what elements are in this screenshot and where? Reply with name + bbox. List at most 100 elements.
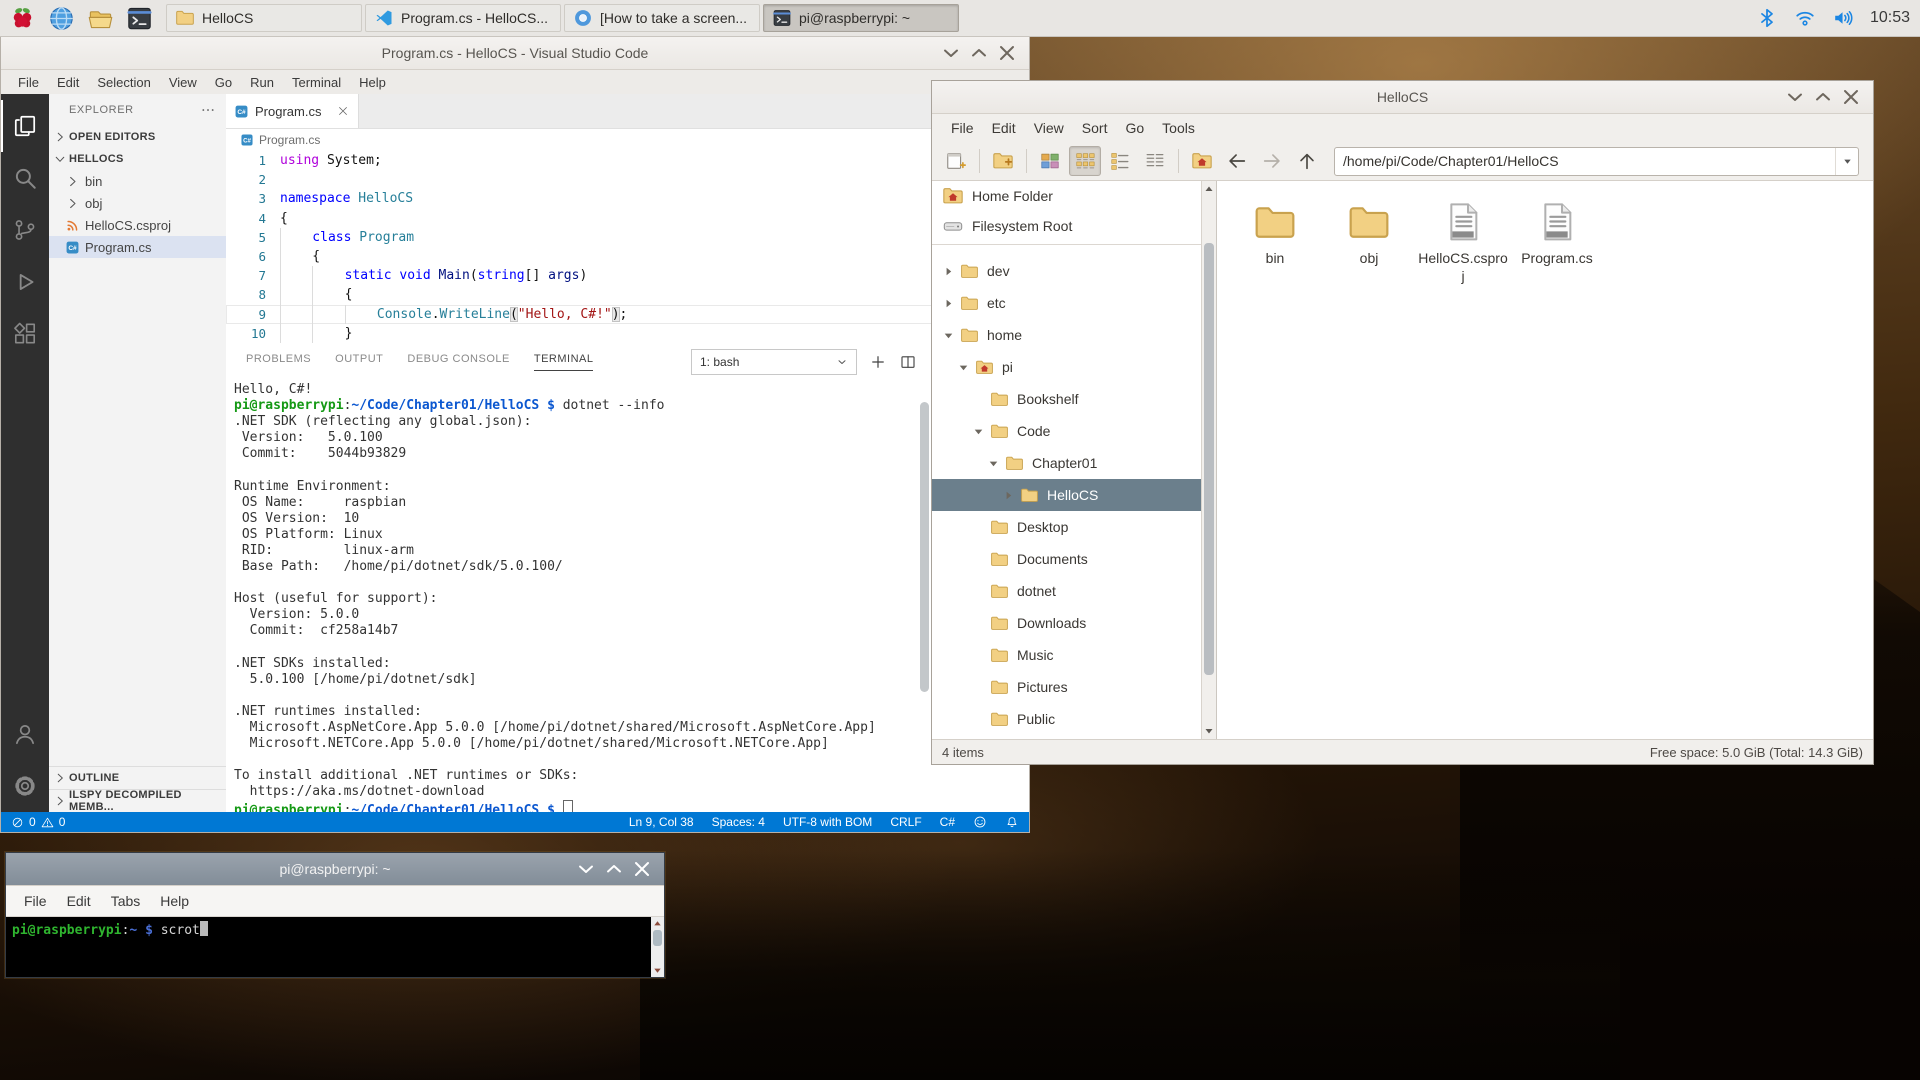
menu-sort[interactable]: Sort — [1073, 120, 1117, 136]
explorer-item-obj[interactable]: obj — [49, 192, 226, 214]
tree-item-pictures[interactable]: Pictures — [932, 671, 1216, 703]
place-home-folder[interactable]: Home Folder — [932, 181, 1216, 211]
panel-tab-terminal[interactable]: TERMINAL — [534, 353, 594, 371]
split-terminal-icon[interactable] — [899, 353, 917, 371]
file-manager-titlebar[interactable]: HelloCS — [932, 81, 1873, 114]
taskbar-window-how-to-take-a-screen[interactable]: [How to take a screen... — [564, 4, 760, 32]
activity-explorer[interactable] — [1, 100, 49, 152]
project-section[interactable]: HELLOCS — [49, 148, 226, 170]
menu-terminal[interactable]: Terminal — [283, 75, 350, 90]
close-button[interactable] — [630, 859, 654, 879]
taskbar-window-hellocs[interactable]: HelloCS — [166, 4, 362, 32]
expand-arrow-icon[interactable] — [1002, 489, 1015, 502]
activity-run-debug[interactable] — [1, 256, 49, 308]
tree-item-music[interactable]: Music — [932, 639, 1216, 671]
tree-item-etc[interactable]: etc — [932, 287, 1216, 319]
collapse-arrow-icon[interactable] — [972, 425, 985, 438]
menu-tabs[interactable]: Tabs — [101, 893, 151, 909]
launcher-file-manager[interactable] — [85, 3, 115, 33]
feedback-icon[interactable] — [973, 815, 987, 829]
panel-tab-output[interactable]: OUTPUT — [335, 353, 383, 371]
back-button[interactable] — [1221, 146, 1253, 176]
file-hellocs-csproj[interactable]: HelloCS.csproj — [1416, 193, 1510, 285]
vscode-titlebar[interactable]: Program.cs - HelloCS - Visual Studio Cod… — [1, 37, 1029, 70]
menu-edit[interactable]: Edit — [57, 893, 101, 909]
path-bar[interactable]: /home/pi/Code/Chapter01/HelloCS — [1334, 147, 1859, 176]
path-dropdown-button[interactable] — [1835, 148, 1858, 175]
file-obj[interactable]: obj — [1322, 193, 1416, 267]
taskbar-window-pi-raspberrypi[interactable]: pi@raspberrypi: ~ — [763, 4, 959, 32]
tree-item-downloads[interactable]: Downloads — [932, 607, 1216, 639]
section-ilspy-decompiled-memb[interactable]: ILSPY DECOMPILED MEMB... — [49, 789, 226, 812]
integrated-terminal[interactable]: Hello, C#!pi@raspberrypi:~/Code/Chapter0… — [226, 380, 1029, 812]
minimize-button[interactable] — [1783, 87, 1807, 107]
menu-view[interactable]: View — [160, 75, 206, 90]
tree-item-dev[interactable]: dev — [932, 255, 1216, 287]
activity-account[interactable] — [1, 708, 49, 760]
menu-go[interactable]: Go — [1116, 120, 1153, 136]
tree-item-chapter01[interactable]: Chapter01 — [932, 447, 1216, 479]
panel-tab-debug-console[interactable]: DEBUG CONSOLE — [407, 353, 509, 371]
more-actions-icon[interactable] — [200, 102, 216, 118]
tray-volume[interactable] — [1832, 7, 1854, 29]
maximize-button[interactable] — [967, 43, 991, 63]
file-program-cs[interactable]: Program.cs — [1510, 193, 1604, 267]
menu-view[interactable]: View — [1025, 120, 1073, 136]
tab-program-cs[interactable]: C# Program.cs — [226, 94, 359, 128]
expand-arrow-icon[interactable] — [942, 297, 955, 310]
tree-item-documents[interactable]: Documents — [932, 543, 1216, 575]
status-utf-8-with-bom[interactable]: UTF-8 with BOM — [783, 815, 872, 829]
activity-settings[interactable] — [1, 760, 49, 812]
tray-wifi[interactable] — [1794, 7, 1816, 29]
expand-arrow-icon[interactable] — [942, 265, 955, 278]
file-bin[interactable]: bin — [1228, 193, 1322, 267]
activity-source-control[interactable] — [1, 204, 49, 256]
scrollbar-thumb[interactable] — [1204, 243, 1214, 675]
menu-run[interactable]: Run — [241, 75, 283, 90]
maximize-button[interactable] — [602, 859, 626, 879]
detailed-list-button[interactable] — [1104, 146, 1136, 176]
status-spaces-4[interactable]: Spaces: 4 — [712, 815, 765, 829]
forward-button[interactable] — [1256, 146, 1288, 176]
status-ln-9-col-38[interactable]: Ln 9, Col 38 — [629, 815, 694, 829]
up-button[interactable] — [1291, 146, 1323, 176]
scroll-up-icon[interactable] — [1203, 183, 1215, 195]
compact-view-button[interactable] — [1069, 146, 1101, 176]
tree-item-home[interactable]: home — [932, 319, 1216, 351]
activity-search[interactable] — [1, 152, 49, 204]
minimize-button[interactable] — [939, 43, 963, 63]
menu-edit[interactable]: Edit — [983, 120, 1025, 136]
new-window-button[interactable] — [940, 146, 972, 176]
status-crlf[interactable]: CRLF — [890, 815, 921, 829]
menu-help[interactable]: Help — [150, 893, 199, 909]
launcher-terminal[interactable] — [124, 3, 154, 33]
menu-selection[interactable]: Selection — [88, 75, 159, 90]
scroll-up-icon[interactable] — [652, 918, 663, 929]
scroll-down-icon[interactable] — [652, 965, 663, 976]
scroll-down-icon[interactable] — [1203, 725, 1215, 737]
tray-bluetooth[interactable] — [1756, 7, 1778, 29]
tree-item-pi[interactable]: pi — [932, 351, 1216, 383]
launcher-web-browser[interactable] — [46, 3, 76, 33]
collapse-arrow-icon[interactable] — [987, 457, 1000, 470]
menu-help[interactable]: Help — [350, 75, 395, 90]
new-terminal-icon[interactable] — [869, 353, 887, 371]
tree-item-bookshelf[interactable]: Bookshelf — [932, 383, 1216, 415]
explorer-item-program-cs[interactable]: C#Program.cs — [49, 236, 226, 258]
place-filesystem-root[interactable]: Filesystem Root — [932, 211, 1216, 241]
menu-file[interactable]: File — [942, 120, 983, 136]
explorer-item-bin[interactable]: bin — [49, 170, 226, 192]
code-editor[interactable]: 1using System;23namespace HelloCS4{5clas… — [226, 151, 1029, 344]
panel-tab-problems[interactable]: PROBLEMS — [246, 353, 311, 371]
tree-item-dotnet[interactable]: dotnet — [932, 575, 1216, 607]
tree-item-public[interactable]: Public — [932, 703, 1216, 735]
notifications-bell-icon[interactable] — [1005, 815, 1019, 829]
tree-item-hellocs[interactable]: HelloCS — [932, 479, 1216, 511]
tree-item-desktop[interactable]: Desktop — [932, 511, 1216, 543]
scrollbar-thumb[interactable] — [653, 930, 662, 946]
section-outline[interactable]: OUTLINE — [49, 766, 226, 789]
terminal-screen[interactable]: pi@raspberrypi:~ $ scrot — [6, 917, 664, 977]
menu-go[interactable]: Go — [206, 75, 241, 90]
collapse-arrow-icon[interactable] — [957, 361, 970, 374]
close-button[interactable] — [995, 43, 1019, 63]
